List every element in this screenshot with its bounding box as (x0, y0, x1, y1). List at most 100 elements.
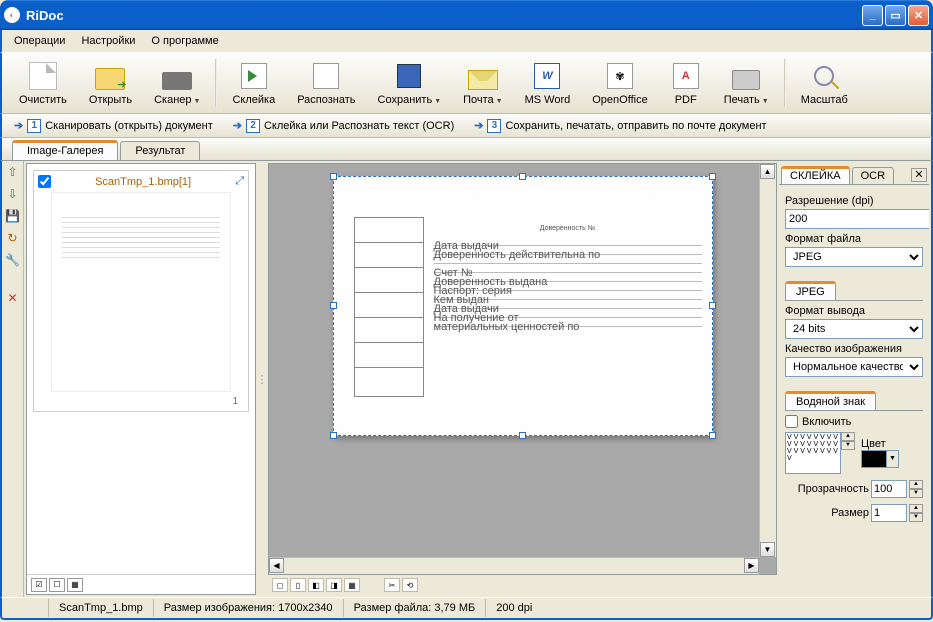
preview-footer: ◻ ▯ ◧ ◨ ▦ ✂ ⟲ (268, 575, 777, 595)
close-button[interactable]: ✕ (908, 5, 929, 26)
scroll-right-button[interactable]: ▶ (744, 558, 759, 573)
expand-icon[interactable]: ⤢ (235, 175, 244, 188)
step-1: ➔1Сканировать (открыть) документ (14, 119, 213, 133)
status-filesize: Размер файла: 3,79 МБ (343, 599, 486, 617)
scroll-down-button[interactable]: ▼ (760, 542, 775, 557)
resize-handle[interactable] (330, 173, 337, 180)
tool-pdf[interactable]: APDF (659, 55, 713, 111)
view-mode-button[interactable]: ◧ (308, 578, 324, 592)
output-select[interactable]: 24 bits (785, 319, 923, 339)
nav-down-button[interactable]: ⇩ (5, 187, 21, 203)
folder-open-icon (95, 68, 125, 90)
tab-ocr-settings[interactable]: OCR (852, 167, 894, 184)
fit-width-button[interactable]: ◻ (272, 578, 288, 592)
splitter[interactable]: ⋮ (258, 161, 266, 597)
status-filename: ScanTmp_1.bmp (48, 599, 153, 617)
panel-close-button[interactable]: ✕ (911, 168, 927, 182)
rotate-left-button[interactable]: ⟲ (402, 578, 418, 592)
subtab-jpeg[interactable]: JPEG (785, 281, 836, 300)
select-all-button[interactable]: ☑ (31, 578, 47, 592)
separator (784, 59, 786, 107)
tool-print[interactable]: Печать▼ (713, 55, 780, 111)
tool-zoom[interactable]: Масштаб (790, 55, 859, 111)
pdf-icon: A (673, 63, 699, 89)
preview-canvas[interactable]: Доверенность № Дата выдачи Доверенность … (268, 163, 777, 575)
separator (215, 59, 217, 107)
spin-up-button[interactable]: ▲ (909, 480, 923, 489)
view-mode-button[interactable]: ▦ (344, 578, 360, 592)
minimize-button[interactable]: _ (862, 5, 883, 26)
tool-open[interactable]: Открыть (78, 55, 143, 111)
content-area: ⇧ ⇩ 💾 ↻ 🔧 ✕ ScanTmp_1.bmp[1] ⤢ (0, 160, 933, 597)
resize-handle[interactable] (709, 173, 716, 180)
merge-icon (241, 63, 267, 89)
color-dropdown-button[interactable]: ▼ (887, 450, 899, 468)
nav-up-button[interactable]: ⇧ (5, 165, 21, 181)
tool-merge[interactable]: Склейка (221, 55, 286, 111)
page-selection[interactable]: Доверенность № Дата выдачи Доверенность … (333, 176, 713, 436)
resize-handle[interactable] (519, 173, 526, 180)
status-dpi: 200 dpi (485, 599, 542, 617)
thumb-number: 1 (38, 396, 244, 407)
pattern-up-button[interactable]: ▲ (841, 432, 855, 441)
resize-handle[interactable] (519, 432, 526, 439)
menu-settings[interactable]: Настройки (75, 33, 141, 49)
tool-word[interactable]: WMS Word (514, 55, 582, 111)
steps-bar: ➔1Сканировать (открыть) документ ➔2Склей… (0, 114, 933, 138)
msword-icon: W (534, 63, 560, 89)
pattern-down-button[interactable]: ▼ (841, 441, 855, 450)
resolution-input[interactable] (785, 209, 929, 229)
thumb-checkbox[interactable] (38, 175, 51, 188)
spin-down-button[interactable]: ▼ (909, 489, 923, 498)
app-icon: ◐ (4, 7, 20, 23)
quality-select[interactable]: Нормальное качество (785, 357, 923, 377)
size-label: Размер (831, 507, 869, 519)
vertical-scrollbar[interactable]: ▲ ▼ (759, 164, 776, 557)
tool-recognize[interactable]: Распознать (286, 55, 366, 111)
tool-openoffice[interactable]: ✾OpenOffice (581, 55, 658, 111)
statusbar: ScanTmp_1.bmp Размер изображения: 1700x2… (0, 597, 933, 620)
toolbar: Очистить Открыть Сканер▼ Склейка Распозн… (0, 52, 933, 114)
tool-scanner[interactable]: Сканер▼ (143, 55, 211, 111)
maximize-button[interactable]: ▭ (885, 5, 906, 26)
format-select[interactable]: JPEG (785, 247, 923, 267)
resize-handle[interactable] (330, 432, 337, 439)
tool-wrench-button[interactable]: 🔧 (5, 253, 21, 269)
spin-down-button[interactable]: ▼ (909, 513, 923, 522)
view-mode-button[interactable]: ◨ (326, 578, 342, 592)
crop-button[interactable]: ✂ (384, 578, 400, 592)
thumbnail-item[interactable]: ScanTmp_1.bmp[1] ⤢ 1 (33, 170, 249, 412)
color-label: Цвет (861, 438, 899, 450)
preview-panel: Доверенность № Дата выдачи Доверенность … (268, 163, 777, 595)
fit-page-button[interactable]: ▯ (290, 578, 306, 592)
subtab-watermark[interactable]: Водяной знак (785, 391, 876, 410)
spin-up-button[interactable]: ▲ (909, 504, 923, 513)
delete-button[interactable]: ✕ (5, 291, 21, 307)
rotate-button[interactable]: ↻ (5, 231, 21, 247)
horizontal-scrollbar[interactable]: ◀ ▶ (269, 557, 759, 574)
tab-gallery[interactable]: Image-Галерея (12, 140, 118, 160)
deselect-all-button[interactable]: ☐ (49, 578, 65, 592)
settings-panel: СКЛЕЙКА OCR ✕ Разрешение (dpi) … Формат … (779, 163, 929, 595)
scroll-up-button[interactable]: ▲ (760, 164, 775, 179)
tool-save[interactable]: Сохранить▼ (367, 55, 453, 111)
tool-clear[interactable]: Очистить (8, 55, 78, 111)
watermark-enable-checkbox[interactable] (785, 415, 798, 428)
save-icon-button[interactable]: 💾 (5, 209, 21, 225)
resize-handle[interactable] (709, 432, 716, 439)
chevron-down-icon: ▼ (496, 98, 503, 105)
resize-handle[interactable] (709, 302, 716, 309)
size-input[interactable] (871, 504, 907, 522)
resize-handle[interactable] (330, 302, 337, 309)
tool-mail[interactable]: Почта▼ (452, 55, 513, 111)
menu-operations[interactable]: Операции (8, 33, 71, 49)
opacity-input[interactable] (871, 480, 907, 498)
color-swatch[interactable] (861, 450, 887, 468)
scroll-left-button[interactable]: ◀ (269, 558, 284, 573)
menu-about[interactable]: О программе (145, 33, 224, 49)
tab-merge-settings[interactable]: СКЛЕЙКА (781, 166, 850, 184)
opacity-label: Прозрачность (798, 483, 869, 495)
thumb-preview (51, 192, 231, 392)
grid-view-button[interactable]: ▦ (67, 578, 83, 592)
tab-result[interactable]: Результат (120, 141, 200, 160)
